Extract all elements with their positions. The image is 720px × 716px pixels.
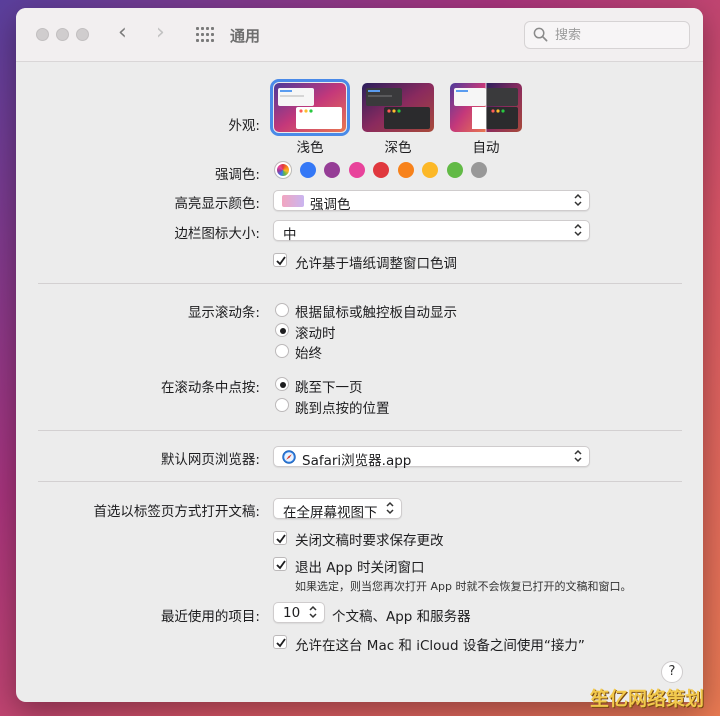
watermark-text: 笙亿网络策划 [590,688,705,710]
appearance-light-thumbnail[interactable] [270,79,350,136]
search-input[interactable] [555,26,681,44]
safari-compass-icon [282,450,296,464]
popup-chevron-icon [309,605,317,619]
popup-chevron-icon [574,449,582,463]
close-windows-note: 如果选定，则当您再次打开 App 时就不会恢复已打开的文稿和窗口。 [295,580,632,593]
highlight-color-value: 强调色 [310,197,351,213]
divider [38,481,682,482]
accent-color-label: 强调色: [214,167,260,183]
search-field[interactable] [524,21,690,49]
checkmark-icon [276,638,286,648]
scroll-click-spot-radio[interactable] [275,398,289,412]
appearance-dark-thumbnail[interactable] [362,83,434,132]
default-browser-label: 默认网页浏览器: [160,452,260,468]
accent-graphite-swatch[interactable] [471,162,487,178]
accent-multicolor-swatch[interactable] [275,162,291,178]
handoff-checkbox[interactable] [273,635,287,649]
system-preferences-window: ‹ › 通用 外观: [16,8,703,702]
prefer-tabs-value: 在全屏幕视图下 [283,505,378,521]
wallpaper-tint-checkbox[interactable] [273,253,287,267]
scroll-click-next-page-label: 跳至下一页 [295,380,363,396]
titlebar: ‹ › 通用 [16,8,703,62]
show-scrollbars-label: 显示滚动条: [187,305,260,321]
minimize-window-button[interactable] [56,28,69,41]
highlight-swatch-icon [282,195,304,207]
recent-items-popup[interactable]: 10 [273,602,325,623]
scrollbars-auto-label: 根据鼠标或触控板自动显示 [295,305,457,321]
divider [38,430,682,431]
default-browser-popup[interactable]: Safari浏览器.app [273,446,590,469]
search-icon [533,27,548,42]
back-chevron-icon[interactable]: ‹ [118,22,127,44]
sidebar-icon-size-value: 中 [283,227,297,243]
popup-chevron-icon [574,193,582,207]
help-button[interactable]: ? [661,661,683,683]
accent-red-swatch[interactable] [373,162,389,178]
scrollbars-auto-radio[interactable] [275,303,289,317]
sidebar-icon-size-label: 边栏图标大小: [174,226,260,242]
checkmark-icon [276,534,286,544]
appearance-auto-caption: 自动 [472,140,500,156]
scrollbars-when-scrolling-radio[interactable] [275,323,289,337]
divider [38,283,682,284]
highlight-color-popup[interactable]: 强调色 [273,190,590,213]
recent-items-value: 10 [283,605,301,621]
accent-yellow-swatch[interactable] [422,162,438,178]
scroll-click-label: 在滚动条中点按: [160,380,260,396]
sidebar-icon-size-popup[interactable]: 中 [273,220,590,243]
accent-orange-swatch[interactable] [398,162,414,178]
popup-chevron-icon [386,501,394,515]
handoff-label: 允许在这台 Mac 和 iCloud 设备之间使用“接力” [295,638,585,654]
ask-save-checkbox[interactable] [273,531,287,545]
appearance-dark-caption: 深色 [384,140,412,156]
scroll-click-spot-label: 跳到点按的位置 [295,401,390,417]
window-title: 通用 [230,27,261,45]
appearance-auto-thumbnail[interactable] [450,83,522,132]
zoom-window-button[interactable] [76,28,89,41]
accent-pink-swatch[interactable] [349,162,365,178]
appearance-light-caption: 浅色 [296,140,324,156]
checkmark-icon [276,560,286,570]
prefer-tabs-popup[interactable]: 在全屏幕视图下 [273,498,402,521]
default-browser-value: Safari浏览器.app [302,453,412,469]
close-windows-label: 退出 App 时关闭窗口 [295,560,425,576]
checkmark-icon [276,256,286,266]
close-window-button[interactable] [36,28,49,41]
popup-chevron-icon [574,223,582,237]
show-all-grid-icon[interactable] [196,27,214,43]
accent-green-swatch[interactable] [447,162,463,178]
scrollbars-always-label: 始终 [295,346,322,362]
scroll-click-next-page-radio[interactable] [275,377,289,391]
accent-blue-swatch[interactable] [300,162,316,178]
appearance-label: 外观: [228,118,260,134]
prefer-tabs-label: 首选以标签页方式打开文稿: [93,504,260,520]
highlight-color-label: 高亮显示颜色: [174,196,260,212]
close-windows-checkbox[interactable] [273,557,287,571]
scrollbars-when-scrolling-label: 滚动时 [295,326,336,342]
ask-save-label: 关闭文稿时要求保存更改 [295,533,444,549]
recent-items-suffix: 个文稿、App 和服务器 [332,609,471,625]
accent-purple-swatch[interactable] [324,162,340,178]
wallpaper-tint-label: 允许基于墙纸调整窗口色调 [295,256,457,272]
recent-items-label: 最近使用的项目: [160,609,260,625]
scrollbars-always-radio[interactable] [275,344,289,358]
forward-chevron-icon[interactable]: › [156,22,165,44]
